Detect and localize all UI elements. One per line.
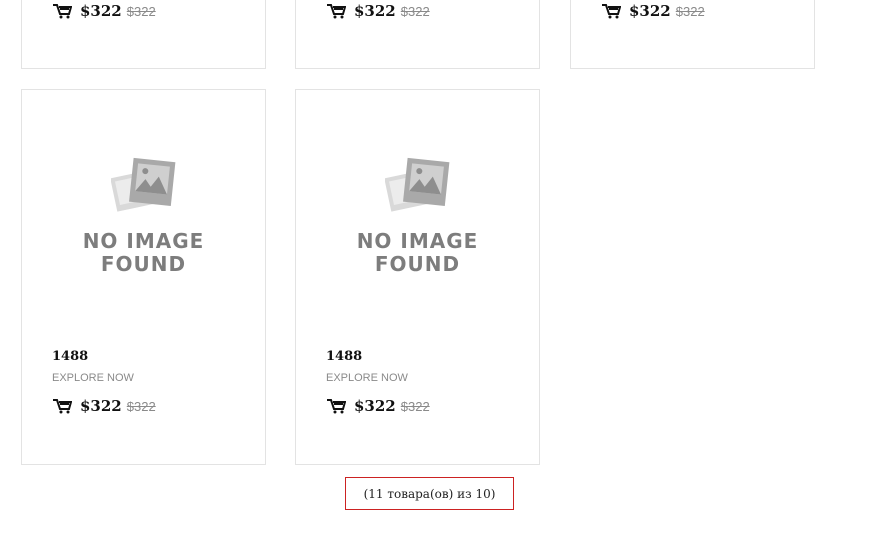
product-title[interactable]: 1488 — [326, 349, 362, 364]
product-card[interactable]: $322 $322 — [570, 0, 815, 69]
no-image-line-2: FOUND — [100, 252, 187, 276]
product-old-price: $322 — [675, 3, 705, 19]
cart-icon[interactable] — [52, 398, 72, 414]
price-row: $322 $322 — [326, 397, 430, 415]
product-old-price: $322 — [400, 3, 430, 19]
product-old-price: $322 — [126, 398, 156, 414]
product-image-placeholder[interactable]: NO IMAGE FOUND — [296, 156, 539, 276]
product-card[interactable]: $322 $322 — [21, 0, 266, 69]
result-count: (11 товара(ов) из 10) — [345, 477, 514, 510]
product-price: $322 — [629, 2, 671, 20]
explore-now-link[interactable]: EXPLORE NOW — [326, 372, 408, 384]
no-image-line-1: NO IMAGE — [82, 229, 205, 253]
explore-now-link[interactable]: EXPLORE NOW — [52, 372, 134, 384]
product-price: $322 — [354, 2, 396, 20]
price-row: $322 $322 — [52, 397, 156, 415]
product-price: $322 — [80, 397, 122, 415]
price-row: $322 $322 — [601, 2, 705, 20]
product-card[interactable]: NO IMAGE FOUND 1488 EXPLORE NOW $322 $32… — [21, 89, 266, 465]
product-title[interactable]: 1488 — [52, 349, 88, 364]
product-price: $322 — [80, 2, 122, 20]
cart-icon[interactable] — [52, 3, 72, 19]
product-old-price: $322 — [126, 3, 156, 19]
product-image-placeholder[interactable]: NO IMAGE FOUND — [22, 156, 265, 276]
product-card[interactable]: $322 $322 — [295, 0, 540, 69]
price-row: $322 $322 — [326, 2, 430, 20]
cart-icon[interactable] — [601, 3, 621, 19]
photo-placeholder-icon — [384, 157, 449, 212]
photo-placeholder-icon — [110, 157, 175, 212]
no-image-line-2: FOUND — [374, 252, 461, 276]
no-image-line-1: NO IMAGE — [356, 229, 479, 253]
cart-icon[interactable] — [326, 398, 346, 414]
cart-icon[interactable] — [326, 3, 346, 19]
product-old-price: $322 — [400, 398, 430, 414]
product-card[interactable]: NO IMAGE FOUND 1488 EXPLORE NOW $322 $32… — [295, 89, 540, 465]
product-price: $322 — [354, 397, 396, 415]
price-row: $322 $322 — [52, 2, 156, 20]
